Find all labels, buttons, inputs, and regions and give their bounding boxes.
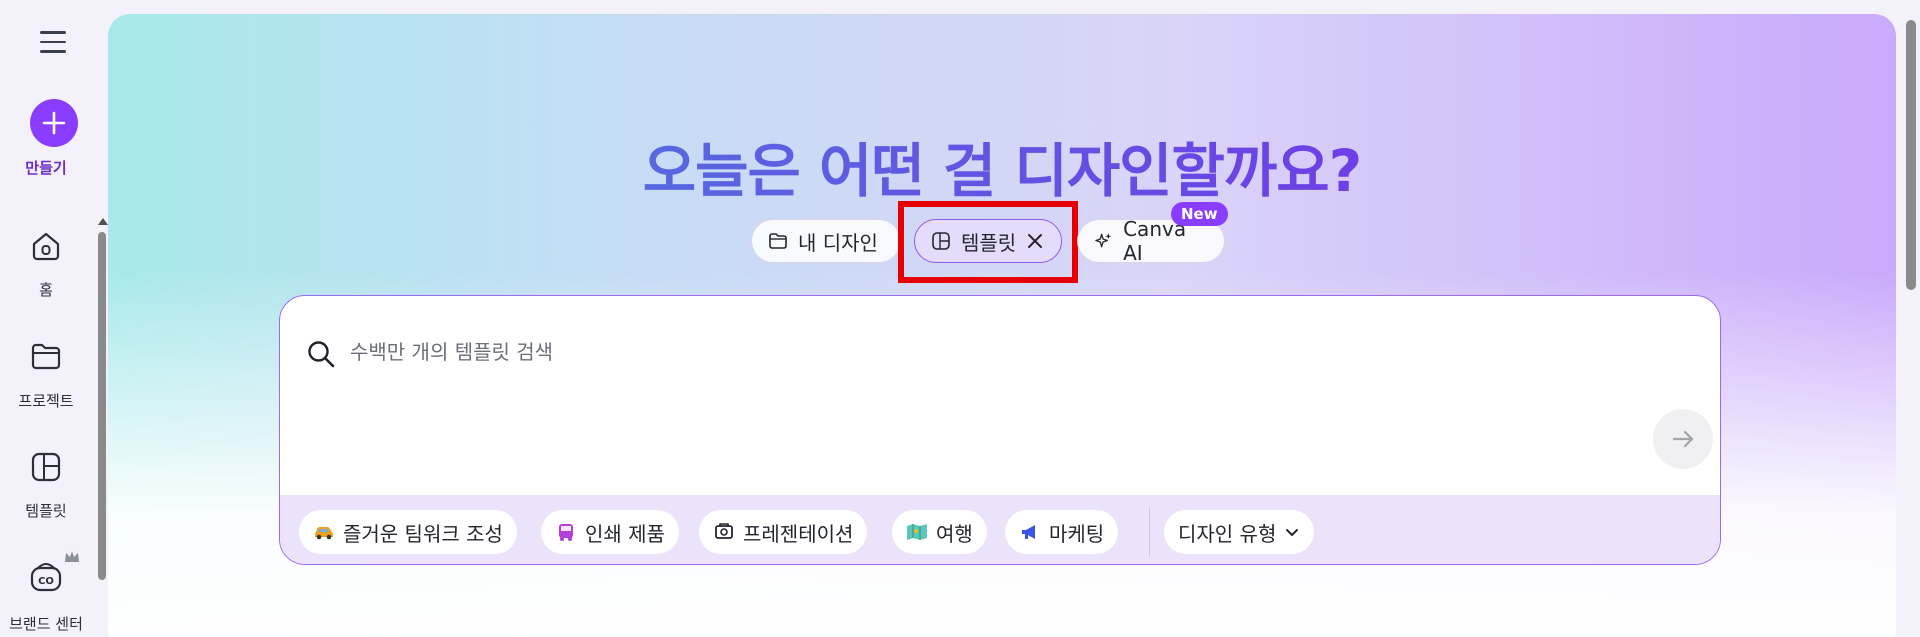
sidebar-item-brand-center[interactable]: 브랜드 센터 [0,613,92,634]
sparkle-icon [1095,233,1112,248]
crown-icon [65,551,79,562]
page-scrollbar[interactable] [1906,20,1916,290]
chip-label: 즐거운 팀워크 조성 [343,521,503,546]
chip-presentation[interactable]: 프레젠테이션 [699,510,868,554]
new-badge: New [1171,202,1228,226]
presentation-icon [713,521,735,543]
tab-label: 템플릿 [961,230,1017,255]
folder-icon [769,233,787,249]
chip-label: 프레젠테이션 [743,521,854,546]
chip-label: 여행 [936,521,973,546]
submit-search-button[interactable] [1653,409,1713,469]
menu-icon[interactable] [40,31,66,53]
svg-text:CO: CO [38,576,54,587]
chip-divider [1149,507,1150,557]
chip-travel[interactable]: 여행 [892,510,987,554]
tab-templates[interactable]: 템플릿 [914,219,1062,263]
sidebar: 만들기 홈 프로젝트 템플릿 CO 브랜드 센터 [0,0,108,637]
sidebar-item-projects[interactable]: 프로젝트 [0,390,92,411]
tab-label: 내 디자인 [798,230,878,255]
bus-icon [555,521,577,543]
chevron-down-icon [1286,529,1299,536]
plus-icon [42,111,66,135]
create-label: 만들기 [25,159,67,177]
tab-my-designs[interactable]: 내 디자인 [751,219,901,263]
chip-label: 마케팅 [1049,521,1105,546]
template-icon[interactable] [28,449,64,485]
sidebar-item-templates[interactable]: 템플릿 [0,500,92,521]
sidebar-item-home[interactable]: 홈 [0,279,92,300]
search-input[interactable] [350,332,1630,372]
design-type-label: 디자인 유형 [1178,521,1277,546]
chip-marketing[interactable]: 마케팅 [1005,510,1119,554]
home-icon[interactable] [28,228,64,264]
map-icon [906,521,928,543]
chip-teamwork[interactable]: 즐거운 팀워크 조성 [299,510,517,554]
main-panel: 오늘은 어떤 걸 디자인할까요? 즐거운 팀워크 조성 [108,14,1896,637]
search-box[interactable]: 즐거운 팀워크 조성 인쇄 제품 [279,295,1721,565]
suggestion-chip-bar: 즐거운 팀워크 조성 인쇄 제품 프레젠테이션 여행 마케팅 디자인 유형 [280,495,1720,564]
sidebar-scrollbar[interactable] [98,232,106,580]
arrow-right-icon [1672,430,1694,448]
chip-label: 인쇄 제품 [585,521,665,546]
search-icon [308,341,335,368]
close-icon[interactable] [1026,232,1044,250]
sidebar-scroll-up[interactable] [98,218,108,225]
megaphone-icon [1019,521,1041,543]
create-button[interactable] [30,99,78,147]
folder-icon[interactable] [28,338,64,374]
design-type-dropdown[interactable]: 디자인 유형 [1164,510,1315,554]
page-title: 오늘은 어떤 걸 디자인할까요? [108,124,1896,208]
brand-center-icon[interactable]: CO [28,558,64,594]
chip-print-products[interactable]: 인쇄 제품 [541,510,679,554]
template-icon [932,232,950,250]
car-icon [313,521,335,543]
